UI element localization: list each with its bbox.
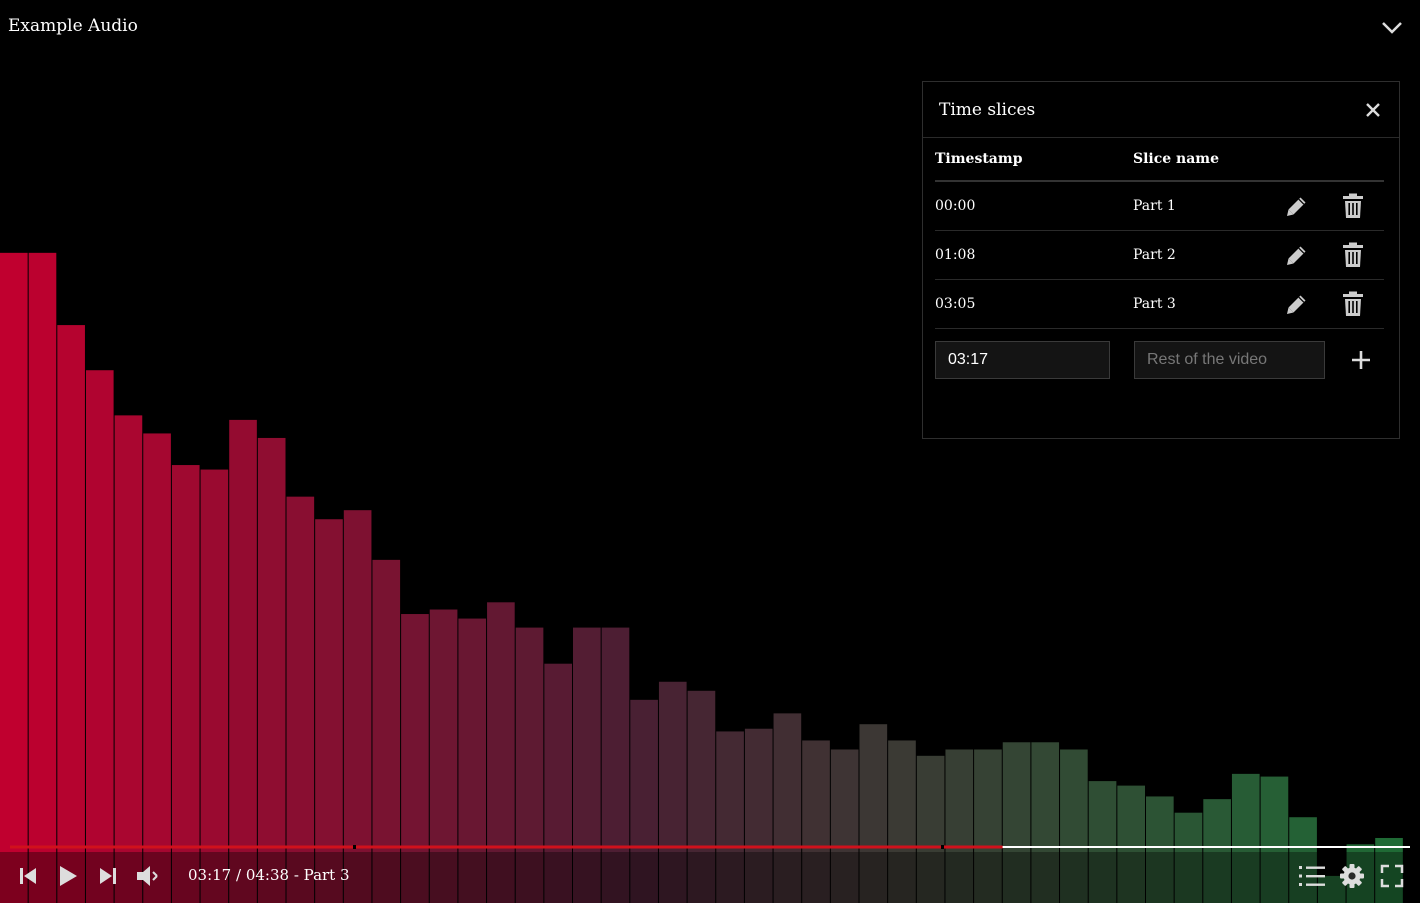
visualizer-bar xyxy=(200,469,229,903)
pencil-icon xyxy=(1287,246,1306,265)
plus-icon xyxy=(1352,351,1370,369)
visualizer-bar xyxy=(286,496,315,903)
row-actions xyxy=(1283,192,1367,220)
new-slice-row xyxy=(935,329,1384,391)
slice-timestamp: 01:08 xyxy=(935,247,976,263)
table-header: Timestamp Slice name xyxy=(935,138,1384,182)
visualizer-bar xyxy=(229,419,257,903)
play-icon xyxy=(60,866,77,886)
visualizer-bar xyxy=(171,465,200,903)
row-actions xyxy=(1283,241,1367,269)
close-panel-button[interactable] xyxy=(1363,100,1383,120)
volume-icon xyxy=(137,866,158,886)
visualizer-bar xyxy=(143,433,171,903)
progress-played xyxy=(10,845,1003,849)
time-display: 03:17 / 04:38 - Part 3 xyxy=(188,866,350,884)
fullscreen-icon xyxy=(1380,864,1404,888)
visualizer-bar xyxy=(257,437,286,903)
previous-button[interactable] xyxy=(16,864,40,888)
visualizer-bar xyxy=(114,415,143,903)
edit-slice-button[interactable] xyxy=(1283,192,1311,220)
visualizer-bar xyxy=(28,252,57,903)
new-slice-name-input[interactable] xyxy=(1134,341,1325,379)
skip-back-icon xyxy=(20,868,36,884)
time-slices-panel: Time slices Timestamp Slice name 00:00 Pa… xyxy=(922,81,1400,439)
pencil-icon xyxy=(1287,197,1306,216)
delete-slice-button[interactable] xyxy=(1339,290,1367,318)
media-title: Example Audio xyxy=(8,16,138,36)
panel-title: Time slices xyxy=(939,99,1036,120)
table-row: 03:05 Part 3 xyxy=(935,280,1384,329)
trash-icon xyxy=(1343,242,1363,267)
add-slice-button[interactable] xyxy=(1347,346,1375,374)
next-button[interactable] xyxy=(96,864,120,888)
visualizer-bar xyxy=(0,252,28,903)
slice-name: Part 1 xyxy=(1133,198,1176,214)
table-row: 00:00 Part 1 xyxy=(935,182,1384,231)
visualizer-bar xyxy=(372,559,401,903)
delete-slice-button[interactable] xyxy=(1339,192,1367,220)
gear-icon xyxy=(1340,864,1364,888)
visualizer-bar xyxy=(85,370,114,903)
edit-slice-button[interactable] xyxy=(1283,241,1311,269)
chapter-marker xyxy=(353,845,356,849)
pencil-icon xyxy=(1287,295,1306,314)
new-timestamp-input[interactable] xyxy=(935,341,1110,379)
edit-slice-button[interactable] xyxy=(1283,290,1311,318)
play-button[interactable] xyxy=(55,864,81,888)
slice-timestamp: 00:00 xyxy=(935,198,976,214)
visualizer-bar xyxy=(57,325,85,903)
delete-slice-button[interactable] xyxy=(1339,241,1367,269)
collapse-button[interactable] xyxy=(1378,16,1406,40)
chapters-icon xyxy=(1299,866,1325,886)
column-header-slice-name: Slice name xyxy=(1133,151,1220,167)
chapter-marker xyxy=(941,845,944,849)
progress-bar[interactable] xyxy=(10,845,1410,849)
chapters-button[interactable] xyxy=(1298,862,1326,890)
close-icon xyxy=(1366,102,1380,117)
trash-icon xyxy=(1343,193,1363,218)
chevron-down-icon xyxy=(1382,22,1402,34)
column-header-timestamp: Timestamp xyxy=(935,151,1023,167)
panel-header: Time slices xyxy=(923,82,1399,138)
volume-button[interactable] xyxy=(134,862,162,890)
skip-forward-icon xyxy=(100,868,116,884)
fullscreen-button[interactable] xyxy=(1378,862,1406,890)
settings-button[interactable] xyxy=(1338,862,1366,890)
trash-icon xyxy=(1343,291,1363,316)
time-slices-table: Timestamp Slice name 00:00 Part 1 01:08 Par… xyxy=(935,138,1384,391)
row-actions xyxy=(1283,290,1367,318)
slice-name: Part 3 xyxy=(1133,296,1176,312)
slice-timestamp: 03:05 xyxy=(935,296,976,312)
slice-name: Part 2 xyxy=(1133,247,1176,263)
table-row: 01:08 Part 2 xyxy=(935,231,1384,280)
